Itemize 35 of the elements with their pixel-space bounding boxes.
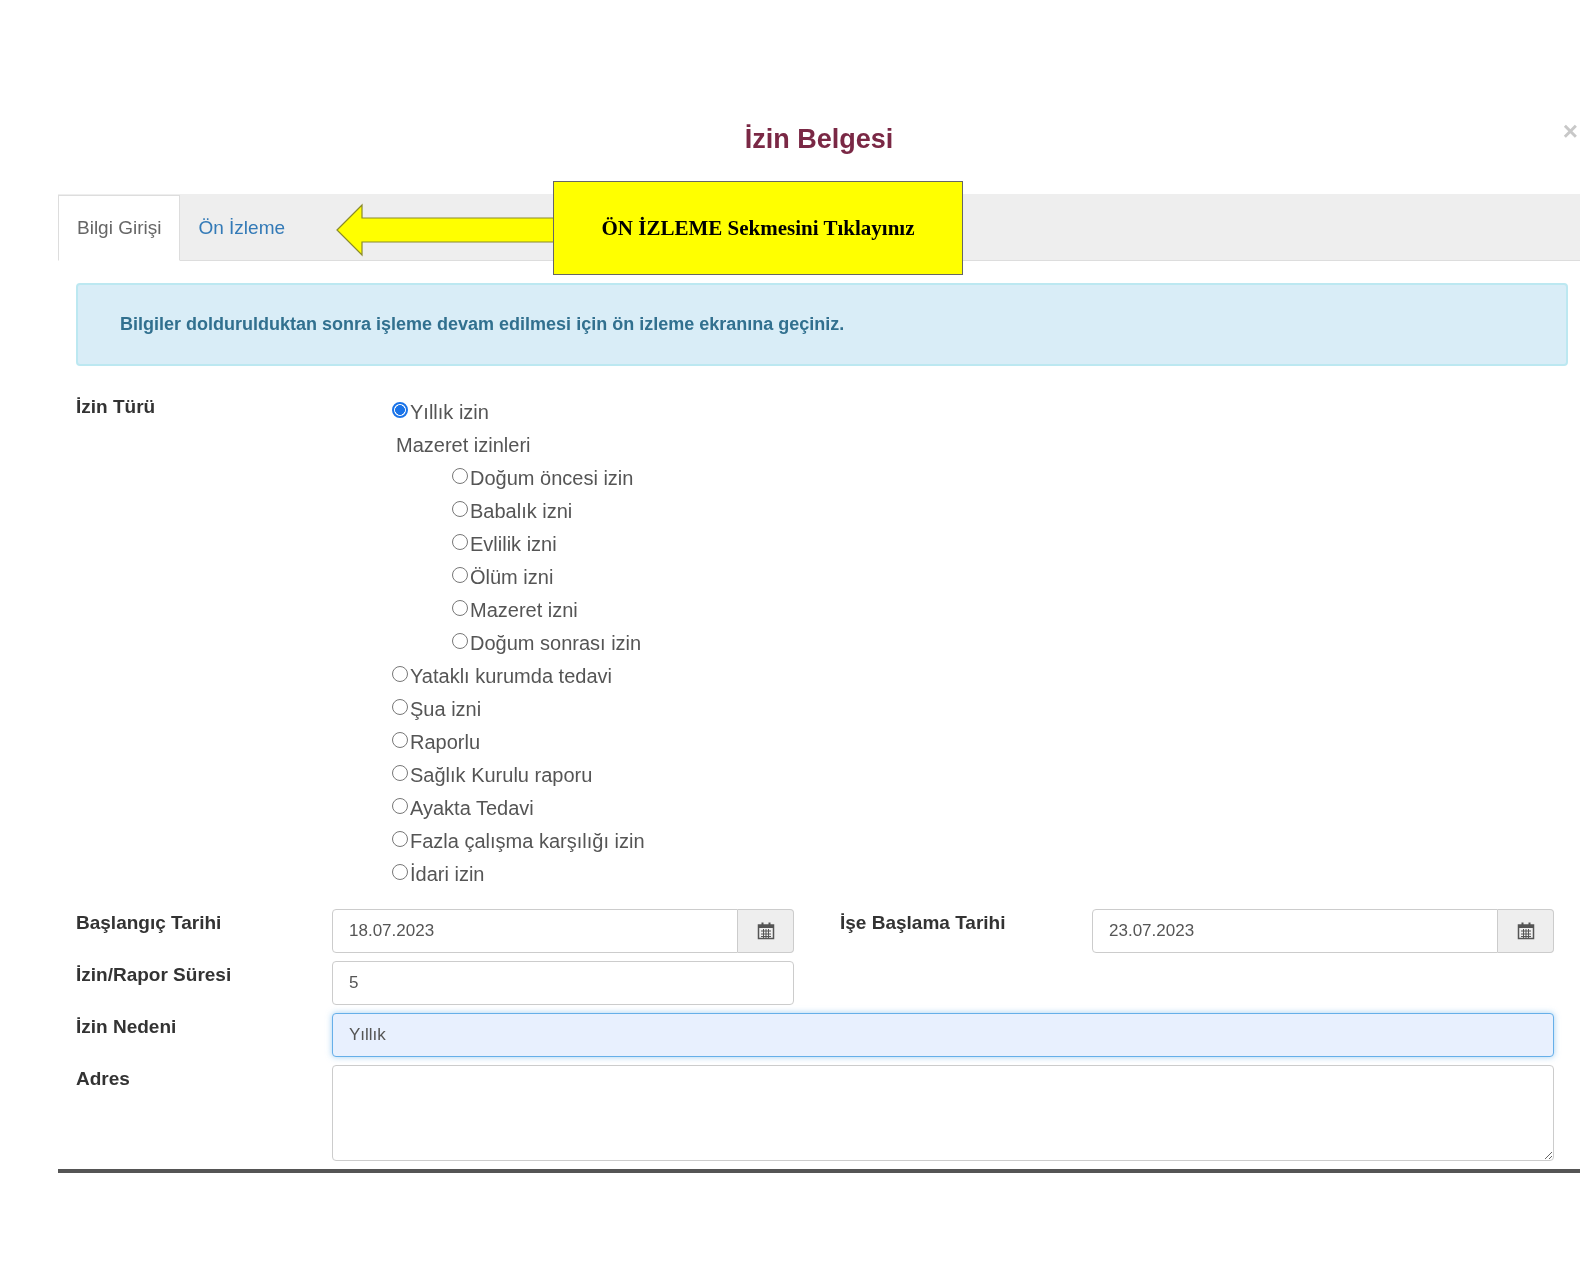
radio-option[interactable]: Mazeret izni [452,594,642,627]
field-label: İzin/Rapor Süresi [76,963,233,986]
radio-option[interactable]: Sağlık Kurulu raporu [392,759,593,792]
group-label: Mazeret izinleri [395,433,531,458]
radio-option[interactable]: Ölüm izni [452,561,642,594]
dialog-title: İzin Belgesi [744,124,894,156]
tab[interactable]: Ön İzleme [180,195,304,261]
radio-option[interactable]: Doğum öncesi izin [452,462,642,495]
date-field[interactable]: 23.07.2023 [1092,909,1498,953]
field-label: İzin Türü [76,396,157,419]
field-label: Başlangıç Tarihi [76,911,223,934]
radio-option[interactable]: Evlilik izni [452,528,642,561]
radio-option[interactable]: Fazla çalışma karşılığı izin [392,825,645,858]
callout-note: ÖN İZLEME Sekmesini Tıklayınız [553,181,963,275]
radio-option[interactable]: Ayakta Tedavi [392,792,534,825]
calendar-button[interactable] [738,909,794,953]
radio-option[interactable]: Yataklı kurumda tedavi [392,660,612,693]
field-label: İşe Başlama Tarihi [839,911,1007,934]
radio-option[interactable]: Doğum sonrası izin [452,627,642,660]
input-field[interactable]: Yıllık [332,1013,1554,1057]
radio-option[interactable]: Babalık izni [452,495,642,528]
field-label: Adres [76,1067,131,1090]
radio-option[interactable]: Yıllık izin [392,396,489,429]
radio-option[interactable]: İdari izin [392,858,485,891]
input-field[interactable]: 5 [332,961,794,1005]
radio-option[interactable]: Raporlu [392,726,481,759]
field-label: İzin Nedeni [76,1015,178,1038]
calendar-icon [1516,922,1535,940]
tab[interactable]: Bilgi Girişi [58,195,181,261]
address-field[interactable] [332,1065,1554,1161]
radio-option[interactable]: Şua izni [392,693,482,726]
info-alert: Bilgiler doldurulduktan sonra işleme devam edilmesi için ön izleme ekranına geçiniz. [76,283,1568,366]
calendar-icon [756,922,775,940]
calendar-button[interactable] [1498,909,1554,953]
date-field[interactable]: 18.07.2023 [332,909,738,953]
